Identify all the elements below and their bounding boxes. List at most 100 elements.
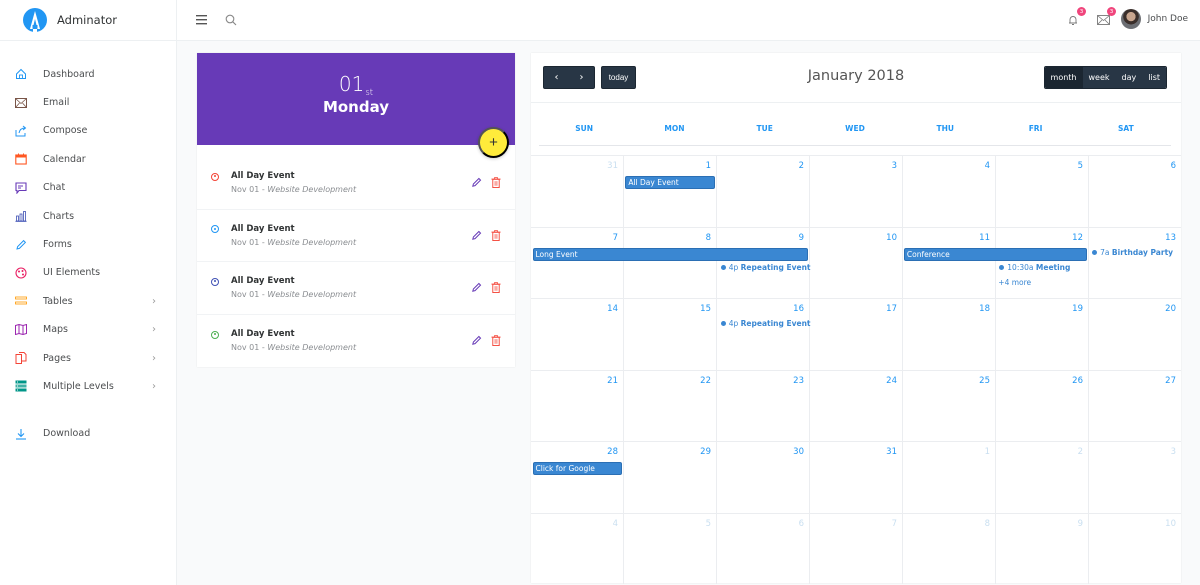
sidebar-item-pages[interactable]: Pages › — [0, 344, 176, 372]
event-list-item[interactable]: All Day Event Nov 01 - Website Developme… — [197, 262, 515, 315]
day-number[interactable]: 25 — [979, 376, 990, 386]
sidebar-item-maps[interactable]: Maps › — [0, 316, 176, 344]
sidebar-item-multiple-levels[interactable]: Multiple Levels › — [0, 372, 176, 400]
day-number[interactable]: 11 — [979, 233, 990, 243]
edit-pencil-icon[interactable] — [471, 282, 482, 293]
calendar-timed-event[interactable]: 4p Repeating Event — [721, 263, 811, 272]
day-cell[interactable]: 13 — [1088, 227, 1181, 298]
day-cell[interactable]: 27 — [1088, 370, 1181, 441]
day-cell[interactable]: 17 — [809, 299, 902, 370]
delete-trash-icon[interactable] — [491, 282, 501, 293]
day-number[interactable]: 7 — [613, 233, 618, 243]
day-number[interactable]: 31 — [607, 161, 618, 171]
view-week-button[interactable]: week — [1082, 67, 1116, 88]
day-cell[interactable]: 31 — [809, 442, 902, 513]
day-cell[interactable]: 3 — [809, 156, 902, 227]
view-list-button[interactable]: list — [1142, 67, 1166, 88]
messages-button[interactable]: 3 — [1095, 7, 1116, 28]
menu-toggle-button[interactable] — [194, 12, 210, 28]
calendar-timed-event[interactable]: 4p Repeating Event — [721, 319, 811, 328]
sidebar-item-charts[interactable]: Charts — [0, 202, 176, 230]
day-number[interactable]: 30 — [793, 447, 804, 457]
day-cell[interactable]: 29 — [623, 442, 716, 513]
calendar-timed-event[interactable]: 10:30a Meeting — [999, 263, 1070, 272]
day-number[interactable]: 6 — [799, 519, 804, 529]
day-number[interactable]: 4 — [613, 519, 618, 529]
sidebar-item-compose[interactable]: Compose — [0, 117, 176, 145]
search-button[interactable] — [223, 12, 239, 28]
day-number[interactable]: 28 — [607, 447, 618, 457]
day-number[interactable]: 20 — [1165, 304, 1176, 314]
day-cell[interactable]: 8 — [902, 513, 995, 584]
day-number[interactable]: 7 — [892, 519, 897, 529]
sidebar-item-email[interactable]: Email — [0, 88, 176, 116]
day-number[interactable]: 22 — [700, 376, 711, 386]
edit-pencil-icon[interactable] — [471, 230, 482, 241]
day-number[interactable]: 29 — [700, 447, 711, 457]
day-cell[interactable]: 24 — [809, 370, 902, 441]
day-number[interactable]: 18 — [979, 304, 990, 314]
day-cell[interactable]: 10 — [809, 227, 902, 298]
calendar-event-bar[interactable]: All Day Event — [625, 176, 716, 189]
view-month-button[interactable]: month — [1044, 67, 1083, 88]
day-cell[interactable]: 4 — [531, 514, 623, 585]
day-cell[interactable]: 23 — [716, 370, 809, 441]
day-number[interactable]: 2 — [1078, 447, 1083, 457]
day-number[interactable]: 2 — [799, 161, 804, 171]
day-cell[interactable]: 25 — [902, 370, 995, 441]
day-number[interactable]: 16 — [793, 304, 804, 314]
day-cell[interactable]: 9 — [995, 513, 1088, 584]
sidebar-item-dashboard[interactable]: Dashboard — [0, 60, 176, 88]
event-list-item[interactable]: All Day Event Nov 01 - Website Developme… — [197, 157, 515, 210]
day-cell[interactable]: 10 — [1088, 513, 1181, 584]
day-number[interactable]: 24 — [886, 376, 897, 386]
day-number[interactable]: 9 — [1078, 519, 1083, 529]
sidebar-item-tables[interactable]: Tables › — [0, 287, 176, 315]
day-number[interactable]: 3 — [892, 161, 897, 171]
view-day-button[interactable]: day — [1115, 67, 1143, 88]
day-cell[interactable]: 8 — [623, 227, 716, 298]
day-cell[interactable]: 1 — [623, 156, 716, 227]
day-number[interactable]: 4 — [985, 161, 990, 171]
day-number[interactable]: 8 — [985, 519, 990, 529]
sidebar-item-calendar[interactable]: Calendar — [0, 145, 176, 173]
day-number[interactable]: 13 — [1165, 233, 1176, 243]
sidebar-item-forms[interactable]: Forms — [0, 230, 176, 258]
calendar-timed-event[interactable]: 7a Birthday Party — [1092, 248, 1173, 257]
day-cell[interactable]: 6 — [716, 513, 809, 584]
day-cell[interactable]: 2 — [716, 156, 809, 227]
notifications-button[interactable]: 3 — [1065, 7, 1086, 28]
more-events-link[interactable]: +4 more — [998, 278, 1031, 287]
day-number[interactable]: 17 — [886, 304, 897, 314]
day-cell[interactable]: 31 — [531, 156, 623, 227]
day-number[interactable]: 1 — [706, 161, 711, 171]
delete-trash-icon[interactable] — [491, 229, 501, 241]
edit-pencil-icon[interactable] — [471, 335, 482, 346]
day-cell[interactable]: 7 — [531, 228, 623, 299]
event-list-item[interactable]: All Day Event Nov 01 - Website Developme… — [197, 315, 515, 368]
day-cell[interactable]: 28 — [531, 442, 623, 513]
day-cell[interactable]: 7 — [809, 513, 902, 584]
day-number[interactable]: 21 — [607, 376, 618, 386]
day-cell[interactable]: 5 — [995, 156, 1088, 227]
day-cell[interactable]: 11 — [902, 227, 995, 298]
day-number[interactable]: 5 — [706, 519, 711, 529]
day-cell[interactable]: 22 — [623, 370, 716, 441]
day-number[interactable]: 31 — [886, 447, 897, 457]
day-cell[interactable]: 18 — [902, 299, 995, 370]
day-cell[interactable]: 16 — [716, 299, 809, 370]
day-number[interactable]: 5 — [1078, 161, 1083, 171]
day-cell[interactable]: 15 — [623, 299, 716, 370]
calendar-event-bar[interactable]: Click for Google — [532, 462, 623, 475]
day-cell[interactable]: 1 — [902, 442, 995, 513]
day-cell[interactable]: 5 — [623, 513, 716, 584]
day-number[interactable]: 15 — [700, 304, 711, 314]
day-cell[interactable]: 3 — [1088, 442, 1181, 513]
logo[interactable]: Adminator — [0, 0, 176, 41]
day-number[interactable]: 10 — [886, 233, 897, 243]
add-event-button[interactable]: + — [478, 127, 509, 158]
edit-pencil-icon[interactable] — [471, 177, 482, 188]
day-number[interactable]: 19 — [1072, 304, 1083, 314]
day-cell[interactable]: 21 — [531, 371, 623, 442]
day-number[interactable]: 23 — [793, 376, 804, 386]
